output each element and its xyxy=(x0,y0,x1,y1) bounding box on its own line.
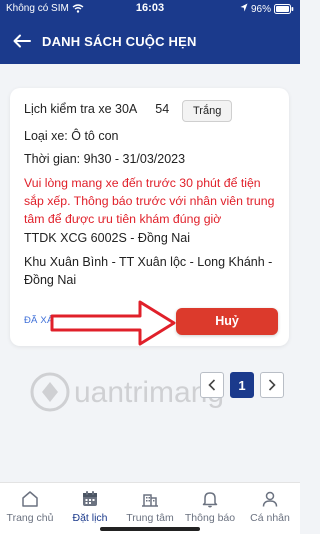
annotation-arrow-icon xyxy=(50,300,176,346)
building-icon xyxy=(142,494,158,507)
back-arrow-icon[interactable] xyxy=(8,27,36,55)
page-number-button[interactable]: 1 xyxy=(230,372,254,398)
inspection-center: TTDK XCG 6002S - Đồng Nai xyxy=(24,231,191,245)
location-icon xyxy=(240,3,248,15)
color-badge: Trắng xyxy=(182,100,233,122)
prev-page-button[interactable] xyxy=(200,372,224,398)
page-title: DANH SÁCH CUỘC HẸN xyxy=(42,33,197,49)
tab-centers-label: Trung tâm xyxy=(126,512,174,524)
chevron-right-icon xyxy=(268,379,276,391)
app-header: DANH SÁCH CUỘC HẸN xyxy=(0,18,300,64)
status-right: 96% xyxy=(240,3,294,15)
next-page-button[interactable] xyxy=(260,372,284,398)
home-icon xyxy=(22,491,38,507)
vehicle-type: Loại xe: Ô tô con xyxy=(24,129,119,143)
bell-icon xyxy=(202,492,218,508)
tab-home[interactable]: Trang chủ xyxy=(0,483,60,534)
tab-home-label: Trang chủ xyxy=(6,512,54,524)
tab-profile[interactable]: Cá nhân xyxy=(240,483,300,534)
appointment-title-prefix: Lịch kiểm tra xe 30A xyxy=(24,102,138,116)
cancel-button[interactable]: Huỷ xyxy=(176,308,278,335)
user-icon xyxy=(262,491,278,507)
appointment-time: Thời gian: 9h30 - 31/03/2023 xyxy=(24,152,186,166)
battery-percent: 96% xyxy=(250,3,271,15)
home-indicator xyxy=(100,527,200,531)
tab-notifications-label: Thông báo xyxy=(184,512,236,524)
chevron-left-icon xyxy=(208,379,216,391)
pagination: 1 xyxy=(200,372,284,398)
status-bar: Không có SIM 16:03 96% xyxy=(0,0,300,18)
appointment-title-suffix: 54 xyxy=(155,102,170,116)
watermark-logo-icon: uantrimang xyxy=(30,372,224,412)
battery-icon xyxy=(274,4,294,14)
plate-mask xyxy=(137,103,155,113)
center-address: Khu Xuân Bình - TT Xuân lộc - Long Khánh… xyxy=(24,255,273,287)
tab-profile-label: Cá nhân xyxy=(250,512,290,524)
appointment-title: Lịch kiểm tra xe 30A 54 xyxy=(24,102,169,116)
tab-booking-label: Đặt lịch xyxy=(72,512,108,524)
calendar-icon xyxy=(83,491,97,506)
arrival-notice: Vui lòng mang xe đến trước 30 phút để ti… xyxy=(24,176,275,226)
